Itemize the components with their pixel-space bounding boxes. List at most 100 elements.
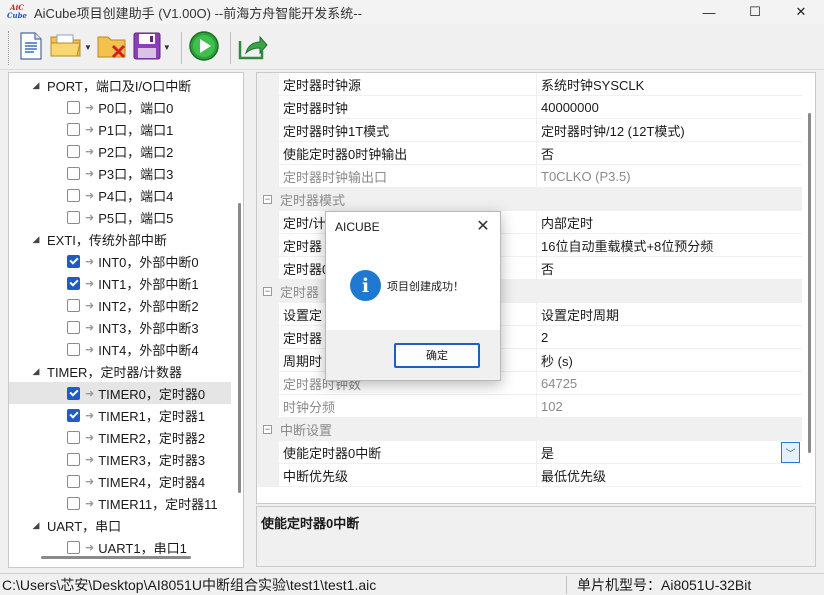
tree-item[interactable]: ➜ P4口，端口4 xyxy=(9,184,173,206)
property-value[interactable]: 秒 (s) xyxy=(537,349,802,372)
tree-item-checkbox[interactable] xyxy=(67,540,80,554)
tree-item-checkbox[interactable] xyxy=(67,254,80,268)
tree-group[interactable]: ◢ PORT，端口及I/O口中断 xyxy=(9,74,192,96)
save-project-button[interactable]: ▼ xyxy=(132,30,171,66)
tree-group[interactable]: ◢ EXTI，传统外部中断 xyxy=(9,228,167,250)
tree-vertical-scrollbar[interactable] xyxy=(238,203,241,493)
peripheral-tree[interactable]: ◢ PORT，端口及I/O口中断 ➜ P0口，端口0 ➜ P1口，端口1 ➜ P2口，端口2 ➜… xyxy=(8,72,244,568)
tree-item[interactable]: ➜ P1口，端口1 xyxy=(9,118,173,140)
dialog-message: 项目创建成功！ xyxy=(387,280,464,293)
tree-item[interactable]: ➜ INT2，外部中断2 xyxy=(9,294,199,316)
generate-button[interactable] xyxy=(188,30,220,66)
open-dropdown-icon[interactable]: ▼ xyxy=(84,43,92,52)
save-dropdown-icon[interactable]: ▼ xyxy=(163,43,171,52)
tree-item-checkbox[interactable] xyxy=(67,342,80,356)
property-value[interactable]: 内部定时 xyxy=(537,211,802,234)
tree-item[interactable]: ➜ P0口，端口0 xyxy=(9,96,173,118)
tree-item[interactable]: ➜ TIMER11，定时器11 xyxy=(9,492,218,514)
property-value[interactable]: 否 xyxy=(537,142,802,165)
open-project-button[interactable]: ▼ xyxy=(49,30,92,66)
tree-item-checkbox[interactable] xyxy=(67,320,80,334)
property-row[interactable]: 时钟分频 102 xyxy=(257,395,802,418)
close-button[interactable]: ✕ xyxy=(778,0,824,24)
property-value[interactable]: 是 ﹀ xyxy=(537,441,802,464)
property-value[interactable]: 64725 xyxy=(537,372,802,395)
new-project-button[interactable] xyxy=(17,30,45,66)
property-value[interactable]: 2 xyxy=(537,326,802,349)
tree-item-checkbox[interactable] xyxy=(67,188,80,202)
tree-item-checkbox[interactable] xyxy=(67,298,80,312)
tree-item[interactable]: ➜ UART1，串口1 xyxy=(9,536,187,558)
tree-item-checkbox[interactable] xyxy=(67,100,80,114)
tree-item[interactable]: ➜ TIMER1，定时器1 xyxy=(9,404,205,426)
property-row[interactable]: 使能定时器0时钟输出否 xyxy=(257,142,802,165)
property-row[interactable]: 使能定时器0中断是 ﹀ xyxy=(257,441,802,464)
property-row[interactable]: 定时器时钟1T模式 定时器时钟/12 (12T模式) xyxy=(257,119,802,142)
property-row[interactable]: 定时器时钟源 系统时钟SYSCLK xyxy=(257,73,802,96)
arrow-icon: ➜ xyxy=(85,343,95,356)
tree-item-checkbox[interactable] xyxy=(67,276,80,290)
property-value-text: 设置定时周期 xyxy=(541,307,620,323)
property-row[interactable]: 中断优先级 最低优先级 xyxy=(257,464,802,487)
tree-item-checkbox[interactable] xyxy=(67,496,80,510)
expand-icon[interactable]: ◢ xyxy=(29,366,43,377)
tree-item[interactable]: ➜ TIMER2，定时器2 xyxy=(9,426,205,448)
property-value-text: 16位自动重载模式+8位预分频 xyxy=(541,238,714,254)
property-value-text: 秒 (s) xyxy=(541,353,573,369)
tree-item-checkbox[interactable] xyxy=(67,386,80,400)
tree-item-checkbox[interactable] xyxy=(67,474,80,488)
close-project-button[interactable] xyxy=(96,30,128,66)
property-gutter xyxy=(257,257,279,280)
expand-icon[interactable]: ◢ xyxy=(29,234,43,245)
collapse-icon[interactable]: − xyxy=(263,195,272,204)
collapse-icon[interactable]: − xyxy=(263,287,272,296)
property-row[interactable]: 定时器时钟 40000000 xyxy=(257,96,802,119)
property-value[interactable]: 102 xyxy=(537,395,802,418)
message-dialog: AICUBE ✕ i 项目创建成功！ 确定 xyxy=(325,211,501,381)
tree-item-checkbox[interactable] xyxy=(67,452,80,466)
tree-item-checkbox[interactable] xyxy=(67,430,80,444)
minimize-button[interactable]: — xyxy=(686,0,732,24)
expand-icon[interactable]: ◢ xyxy=(29,80,43,91)
property-category[interactable]: − 定时器模式 xyxy=(257,188,802,211)
tree-item[interactable]: ➜ P3口，端口3 xyxy=(9,162,173,184)
property-value[interactable]: 最低优先级 xyxy=(537,464,802,487)
tree-item[interactable]: ➜ INT0，外部中断0 xyxy=(9,250,199,272)
tree-item[interactable]: ➜ TIMER0，定时器0 xyxy=(9,382,231,404)
ok-button[interactable]: 确定 xyxy=(394,342,480,368)
tree-item-checkbox[interactable] xyxy=(67,210,80,224)
tree-group[interactable]: ◢ UART，串口 xyxy=(9,514,122,536)
property-row[interactable]: 定时器时钟输出口 T0CLKO (P3.5) xyxy=(257,165,802,188)
tree-item[interactable]: ➜ INT1，外部中断1 xyxy=(9,272,199,294)
property-gutter xyxy=(257,395,279,418)
tree-item-checkbox[interactable] xyxy=(67,144,80,158)
tree-item-checkbox[interactable] xyxy=(67,166,80,180)
tree-item[interactable]: ➜ INT3，外部中断3 xyxy=(9,316,199,338)
tree-item[interactable]: ➜ P5口，端口5 xyxy=(9,206,173,228)
tree-item-checkbox[interactable] xyxy=(67,408,80,422)
property-value[interactable]: 16位自动重载模式+8位预分频 xyxy=(537,234,802,257)
property-value[interactable]: 40000000 xyxy=(537,96,802,119)
tree-item[interactable]: ➜ P2口，端口2 xyxy=(9,140,173,162)
tree-group[interactable]: ◢ TIMER，定时器/计数器 xyxy=(9,360,183,382)
collapse-icon[interactable]: − xyxy=(263,425,272,434)
tree-item[interactable]: ➜ INT4，外部中断4 xyxy=(9,338,199,360)
status-bar: C:\Users\芯安\Desktop\AI8051U中断组合实验\test1\… xyxy=(0,573,824,595)
property-value[interactable]: 设置定时周期 xyxy=(537,303,802,326)
property-value[interactable]: T0CLKO (P3.5) xyxy=(537,165,802,188)
dialog-close-button[interactable]: ✕ xyxy=(474,217,492,235)
tree-item[interactable]: ➜ TIMER3，定时器3 xyxy=(9,448,205,470)
tree-item-checkbox[interactable] xyxy=(67,122,80,136)
tree-item[interactable]: ➜ TIMER4，定时器4 xyxy=(9,470,205,492)
property-value[interactable]: 定时器时钟/12 (12T模式) xyxy=(537,119,802,142)
dropdown-arrow-icon[interactable]: ﹀ xyxy=(781,442,800,463)
property-value[interactable]: 系统时钟SYSCLK xyxy=(537,73,802,96)
export-button[interactable] xyxy=(237,30,269,66)
property-value-text: 最低优先级 xyxy=(541,468,607,484)
property-value[interactable]: 否 xyxy=(537,257,802,280)
expand-icon[interactable]: ◢ xyxy=(29,520,43,531)
maximize-button[interactable]: ☐ xyxy=(732,0,778,24)
property-category[interactable]: − 中断设置 xyxy=(257,418,802,441)
tree-horizontal-scrollbar[interactable] xyxy=(41,556,191,559)
property-vertical-scrollbar[interactable] xyxy=(808,113,811,453)
